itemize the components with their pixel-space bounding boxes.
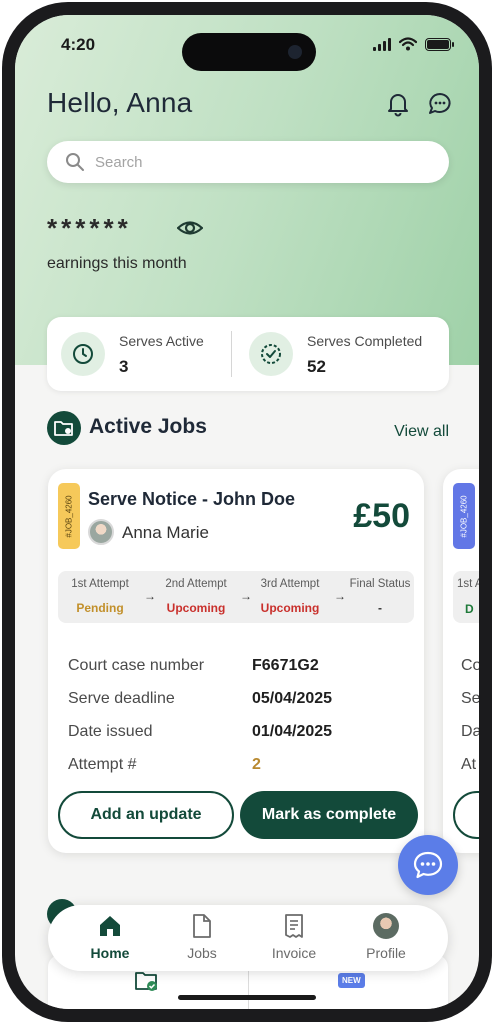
attempt-status: Upcoming bbox=[166, 601, 226, 615]
nav-label: Profile bbox=[366, 945, 406, 961]
add-update-button[interactable]: Add an update bbox=[58, 791, 234, 839]
battery-icon bbox=[425, 37, 454, 51]
attempt-label: 3rd Attempt bbox=[260, 578, 320, 590]
job-title: Serve Notice - John Doe bbox=[88, 489, 296, 509]
attempt-status: - bbox=[378, 601, 382, 615]
status-time: 4:20 bbox=[61, 35, 96, 54]
stat-label: Serves Active bbox=[119, 333, 204, 349]
search-icon bbox=[66, 153, 84, 171]
nav-jobs[interactable]: Jobs bbox=[162, 913, 242, 961]
document-icon bbox=[189, 913, 215, 939]
wifi-icon bbox=[399, 37, 417, 51]
detail-value: 05/04/2025 bbox=[252, 690, 333, 707]
clock-icon bbox=[61, 332, 105, 376]
nav-label: Home bbox=[90, 945, 130, 961]
nav-profile[interactable]: Profile bbox=[346, 913, 426, 961]
earnings-masked-value: ****** bbox=[47, 213, 132, 243]
new-badge: NEW bbox=[338, 973, 365, 988]
nav-label: Jobs bbox=[187, 945, 217, 961]
chat-bubble-icon bbox=[413, 851, 443, 879]
status-icons bbox=[373, 37, 454, 51]
assignee-name: Anna Marie bbox=[122, 523, 209, 542]
arrow-icon: → bbox=[144, 589, 156, 603]
app-screen: 4:20 Hello, Anna Search ****** earnings … bbox=[15, 15, 479, 1009]
attempt-label: Final Status bbox=[349, 578, 411, 590]
detail-label: Se bbox=[461, 690, 479, 707]
greeting-title: Hello, Anna bbox=[47, 87, 193, 118]
stats-divider bbox=[231, 331, 232, 377]
dynamic-island bbox=[182, 33, 316, 71]
detail-label: Attempt # bbox=[68, 756, 137, 773]
home-icon bbox=[97, 913, 123, 939]
detail-label: At bbox=[461, 756, 477, 773]
detail-label: Court case number bbox=[68, 657, 205, 674]
attempt-step-3: 3rd Attempt Upcoming bbox=[250, 578, 330, 615]
mark-complete-button[interactable]: Mark as complete bbox=[240, 791, 418, 839]
active-jobs-title: Active Jobs bbox=[89, 415, 207, 438]
view-all-link[interactable]: View all bbox=[394, 423, 449, 441]
chat-fab-button[interactable] bbox=[398, 835, 458, 895]
stat-value: 52 bbox=[307, 357, 326, 376]
profile-avatar bbox=[373, 913, 399, 939]
stat-value: 3 bbox=[119, 357, 129, 376]
attempts-tracker: 1st Attempt Pending → 2nd Attempt Upcomi… bbox=[58, 571, 414, 623]
search-input[interactable] bbox=[95, 153, 395, 171]
bell-icon[interactable] bbox=[385, 91, 411, 117]
nav-invoice[interactable]: Invoice bbox=[254, 913, 334, 961]
detail-label: Co bbox=[461, 657, 479, 674]
attempt-step-2: 2nd Attempt Upcoming bbox=[156, 578, 236, 615]
job-id-tag: #JOB_4260 bbox=[58, 483, 80, 549]
job-card[interactable]: #JOB_4260 Serve Notice - John Doe £50 An… bbox=[48, 469, 424, 853]
folder-check-icon bbox=[135, 972, 157, 991]
stat-serves-active[interactable]: Serves Active 3 bbox=[47, 317, 231, 391]
job-price: £50 bbox=[353, 497, 410, 535]
job-id: #JOB_4260 bbox=[64, 494, 74, 538]
home-indicator bbox=[178, 995, 316, 1000]
detail-value: 01/04/2025 bbox=[252, 723, 333, 740]
add-update-button[interactable] bbox=[453, 791, 479, 839]
bottom-nav: Home Jobs Invoice Profile bbox=[48, 905, 448, 971]
stats-card: Serves Active 3 Serves Completed 52 bbox=[47, 317, 449, 391]
attempt-status: Pending bbox=[76, 601, 124, 615]
attempt-status: Upcoming bbox=[260, 601, 320, 615]
search-bar[interactable] bbox=[47, 141, 449, 183]
camera-icon bbox=[288, 45, 302, 59]
receipt-icon bbox=[281, 913, 307, 939]
eye-icon[interactable] bbox=[177, 217, 203, 239]
nav-label: Invoice bbox=[271, 945, 317, 961]
attempt-step-1: 1st Attempt Pending bbox=[60, 578, 140, 615]
assignee-avatar bbox=[88, 519, 114, 545]
detail-label: Da bbox=[461, 723, 479, 740]
chat-icon[interactable] bbox=[427, 91, 453, 117]
jobs-folder-icon bbox=[47, 411, 81, 445]
job-id-tag: #JOB_4260 bbox=[453, 483, 475, 549]
header-actions bbox=[385, 91, 453, 117]
attempt-status: D bbox=[465, 602, 474, 616]
attempts-tracker: 1st A D bbox=[453, 571, 479, 623]
attempt-label: 1st A bbox=[457, 578, 479, 590]
stat-serves-completed[interactable]: Serves Completed 52 bbox=[235, 317, 449, 391]
nav-home[interactable]: Home bbox=[70, 913, 150, 961]
stat-label: Serves Completed bbox=[307, 333, 423, 349]
next-job-card[interactable]: #JOB_4260 1st A D Co Se Da At bbox=[443, 469, 479, 853]
attempt-label: 2nd Attempt bbox=[165, 578, 227, 590]
detail-label: Date issued bbox=[68, 723, 153, 740]
detail-label: Serve deadline bbox=[68, 690, 175, 707]
signal-icon bbox=[373, 37, 391, 51]
detail-value: 2 bbox=[252, 756, 261, 773]
status-bar: 4:20 bbox=[15, 33, 479, 71]
earnings-label: earnings this month bbox=[47, 255, 187, 272]
phone-frame: 4:20 Hello, Anna Search ****** earnings … bbox=[2, 2, 492, 1022]
detail-value: F6671G2 bbox=[252, 657, 319, 674]
check-circle-icon bbox=[249, 332, 293, 376]
attempt-step-final: Final Status - bbox=[340, 578, 420, 615]
job-id: #JOB_4260 bbox=[459, 494, 469, 538]
attempt-label: 1st Attempt bbox=[71, 578, 129, 590]
